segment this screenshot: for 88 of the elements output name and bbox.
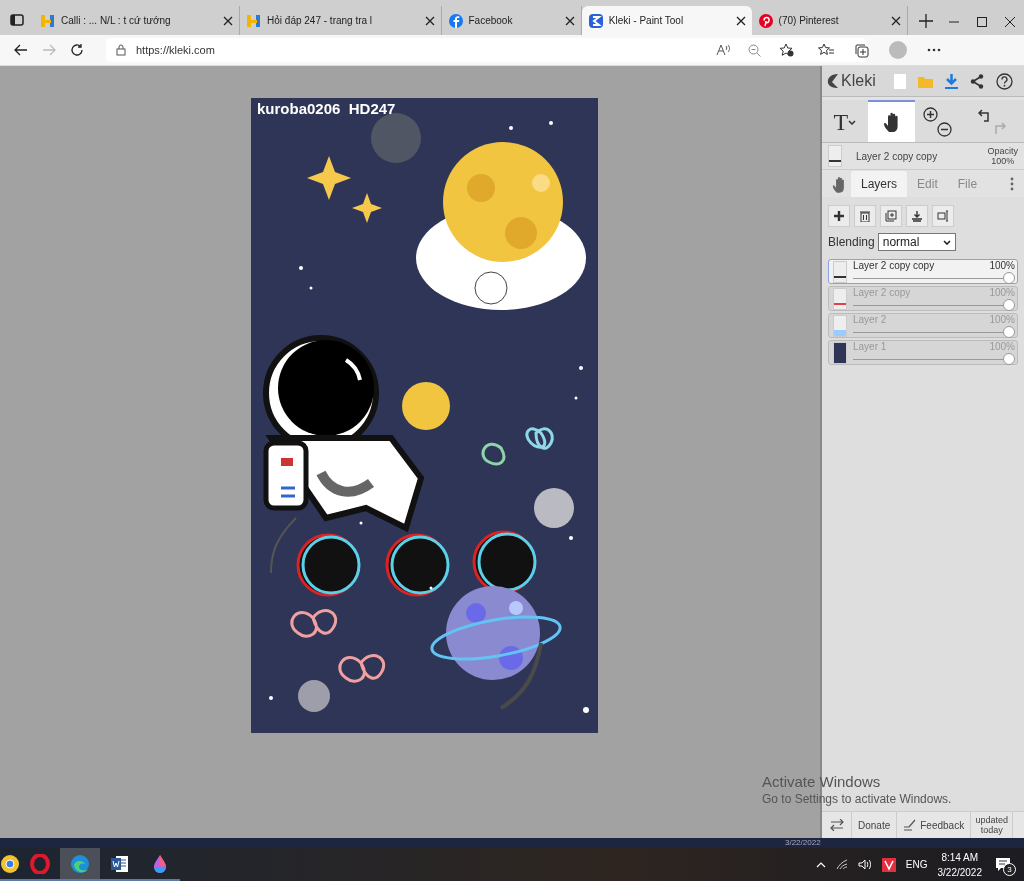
- zoom-in-icon[interactable]: [922, 107, 938, 122]
- opacity-slider-thumb[interactable]: [1003, 299, 1015, 311]
- address-field[interactable]: https://kleki.com: [106, 38, 866, 62]
- tab-title: Kleki - Paint Tool: [608, 15, 685, 26]
- opacity-slider-thumb[interactable]: [1003, 353, 1015, 365]
- tab-title: Facebook: [468, 15, 514, 26]
- padlock-icon: [116, 44, 126, 56]
- layer-opacity: 100%: [989, 314, 1015, 325]
- help-icon[interactable]: [995, 72, 1013, 90]
- layer-name: Layer 1: [853, 341, 887, 352]
- background-date-text: 3/22/2022: [785, 839, 821, 847]
- speaker-icon[interactable]: [857, 859, 872, 870]
- trash-icon: [859, 210, 871, 222]
- browser-tab[interactable]: Kleki - Paint Tool: [581, 6, 752, 35]
- layer-thumbnail: [833, 287, 847, 310]
- close-icon[interactable]: [223, 15, 234, 26]
- close-icon[interactable]: [735, 15, 746, 26]
- caret-icon: [942, 239, 951, 245]
- layer-opacity: 100%: [989, 287, 1015, 298]
- opera-logo-icon: [30, 853, 50, 874]
- new-tab-icon[interactable]: [919, 13, 934, 28]
- delete-layer-button[interactable]: [854, 205, 876, 227]
- vietnamese-input-icon[interactable]: [881, 857, 896, 872]
- hand-icon: [883, 112, 900, 132]
- refresh-icon[interactable]: [70, 43, 84, 57]
- maximize-icon[interactable]: [977, 17, 988, 27]
- hoidap-logo-icon: [246, 12, 263, 29]
- tab-title: Hỏi đáp 247 - trang tra l: [267, 15, 374, 26]
- zoom-out-icon[interactable]: [936, 122, 952, 137]
- duplicate-layer-button[interactable]: [880, 205, 902, 227]
- word-logo-icon: [110, 853, 130, 874]
- facebook-logo-icon: [447, 12, 464, 29]
- kleki-logo-icon: [587, 12, 604, 29]
- clock-date: 3/22/2022: [937, 865, 982, 880]
- share-icon[interactable]: [969, 73, 984, 89]
- add-layer-button[interactable]: [828, 205, 850, 227]
- close-icon[interactable]: [424, 15, 435, 26]
- swap-arrows-icon: [829, 819, 844, 831]
- layer-opacity: 100%: [989, 341, 1015, 352]
- plus-icon: [833, 210, 845, 222]
- panel-tab[interactable]: Layers: [851, 171, 908, 197]
- pinterest-logo-icon: [757, 12, 774, 29]
- blending-label: Blending: [828, 235, 875, 249]
- read-aloud-icon[interactable]: [716, 44, 730, 56]
- chevron-up-icon[interactable]: [815, 861, 826, 868]
- input-language[interactable]: ENG: [905, 859, 928, 870]
- rename-layer-button[interactable]: [932, 205, 954, 227]
- layer-thumbnail: [833, 260, 847, 283]
- opacity-value: 100%: [990, 156, 1016, 166]
- merge-layer-button[interactable]: [906, 205, 928, 227]
- back-arrow-icon[interactable]: [14, 44, 28, 56]
- add-favorite-icon[interactable]: [779, 43, 794, 57]
- tab-title: (70) Pinterest: [778, 15, 840, 26]
- opacity-slider-thumb[interactable]: [1003, 272, 1015, 284]
- clock-time: 8:14 AM: [940, 850, 980, 865]
- layer-thumbnail: [833, 314, 847, 337]
- collections-icon[interactable]: [854, 42, 869, 58]
- close-icon[interactable]: [1005, 17, 1016, 27]
- opacity-slider-thumb[interactable]: [1003, 326, 1015, 338]
- close-icon[interactable]: [564, 15, 575, 26]
- layer-opacity: 100%: [989, 260, 1015, 271]
- hand-icon: [832, 176, 845, 193]
- edge-logo-icon: [70, 853, 90, 874]
- rename-icon: [937, 210, 949, 222]
- app-logo-text: Kleki: [841, 72, 876, 90]
- wifi-icon[interactable]: [835, 859, 848, 870]
- duplicate-icon: [885, 210, 897, 222]
- pencil-lines-icon: [903, 819, 917, 831]
- tab-actions-icon[interactable]: [10, 14, 24, 26]
- kleki-logo-icon: [826, 73, 840, 89]
- current-layer-name: Layer 2 copy copy: [856, 150, 939, 162]
- download-icon[interactable]: [944, 73, 958, 89]
- opacity-label: Opacity: [987, 146, 1018, 156]
- layer-thumbnail: [833, 341, 847, 364]
- merge-down-icon: [911, 210, 923, 222]
- artwork-caption: kuroba0206 HD247: [257, 100, 396, 117]
- close-icon[interactable]: [891, 15, 902, 26]
- tab-title: Calli : ... N/L : t cứ tướng: [61, 15, 172, 26]
- more-options-icon[interactable]: [927, 48, 941, 52]
- hoidap-logo-icon: [40, 12, 56, 29]
- hand-tool-button[interactable]: [867, 100, 915, 142]
- favorites-icon[interactable]: [818, 43, 834, 57]
- chrome-logo-icon: [0, 853, 20, 874]
- blending-dropdown[interactable]: normal: [877, 233, 956, 251]
- caret-icon: [848, 119, 857, 125]
- layer-name: Layer 2 copy copy: [853, 260, 935, 271]
- layer-thumbnail: [828, 145, 842, 167]
- layer-row[interactable]: Layer 2 copy copy 100%: [828, 259, 1018, 284]
